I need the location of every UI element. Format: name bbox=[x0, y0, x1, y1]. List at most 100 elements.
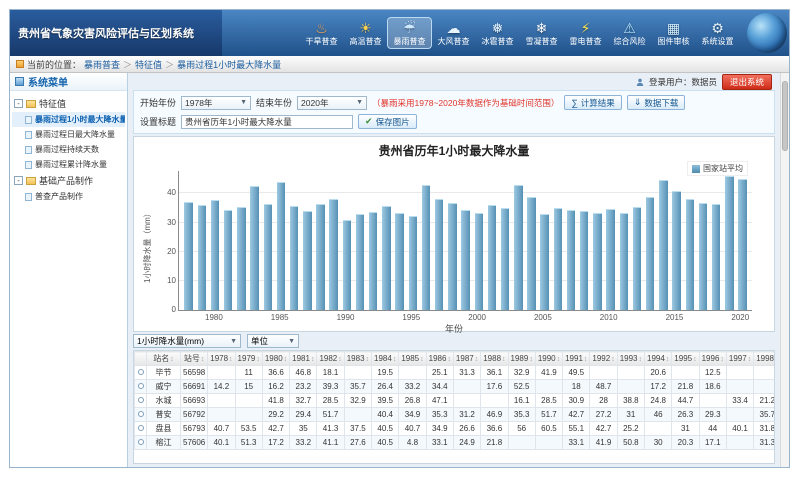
download-button[interactable]: ⇓数据下载 bbox=[627, 95, 686, 110]
start-year-select[interactable]: 1978年▼ bbox=[181, 96, 251, 110]
column-header-year[interactable]: 1993↕ bbox=[617, 352, 644, 366]
end-year-select[interactable]: 2020年▼ bbox=[297, 96, 367, 110]
sort-icon[interactable]: ↕ bbox=[170, 356, 174, 363]
nav-item-9[interactable]: ▦图件审核 bbox=[652, 18, 695, 48]
nav-item-2[interactable]: ☀高温普查 bbox=[344, 18, 387, 48]
sidebar-item[interactable]: 暴雨过程1小时最大降水量 bbox=[12, 112, 125, 127]
sort-icon[interactable]: ↕ bbox=[229, 356, 233, 363]
column-header-year[interactable]: 1986↕ bbox=[426, 352, 453, 366]
column-header-year[interactable]: 1984↕ bbox=[372, 352, 399, 366]
column-header-year[interactable]: 1982↕ bbox=[317, 352, 344, 366]
column-header-year[interactable]: 1992↕ bbox=[590, 352, 617, 366]
bar-slot bbox=[195, 171, 208, 310]
sidebar-item[interactable]: 暴雨过程持续天数 bbox=[12, 142, 125, 157]
breadcrumb-items: 暴雨普查＞特征值＞暴雨过程1小时最大降水量 bbox=[84, 58, 281, 71]
row-select-icon[interactable] bbox=[138, 397, 144, 403]
sort-icon[interactable]: ↕ bbox=[366, 356, 370, 363]
table-row[interactable]: 普安5679229.229.451.740.434.935.331.246.93… bbox=[135, 408, 776, 422]
table-row[interactable]: 榕江5760640.151.317.233.241.127.640.54.833… bbox=[135, 436, 776, 450]
sort-icon[interactable]: ↕ bbox=[201, 356, 205, 363]
column-header-year[interactable]: 1987↕ bbox=[453, 352, 480, 366]
calculate-button[interactable]: ∑计算结果 bbox=[564, 95, 621, 110]
nav-item-10[interactable]: ⚙系统设置 bbox=[696, 18, 739, 48]
logout-button[interactable]: 退出系统 bbox=[722, 74, 772, 90]
vertical-scrollbar[interactable] bbox=[780, 73, 789, 467]
sidebar-item[interactable]: 暴雨过程日最大降水量 bbox=[12, 127, 125, 142]
value-cell: 38.8 bbox=[617, 394, 644, 408]
sidebar-item[interactable]: 暴雨过程累计降水量 bbox=[12, 157, 125, 172]
sort-icon[interactable]: ↕ bbox=[393, 356, 397, 363]
table-scroll-area[interactable]: 站名↕站号↕1978↕1979↕1980↕1981↕1982↕1983↕1984… bbox=[133, 350, 775, 464]
x-tick-label bbox=[235, 313, 247, 322]
sort-icon[interactable]: ↕ bbox=[502, 356, 506, 363]
sort-icon[interactable]: ↕ bbox=[447, 356, 451, 363]
sort-icon[interactable]: ↕ bbox=[748, 356, 752, 363]
nav-item-7[interactable]: ⚡雷电普查 bbox=[564, 18, 607, 48]
table-row[interactable]: 威宁5669114.21516.223.239.335.726.433.234.… bbox=[135, 380, 776, 394]
sort-icon[interactable]: ↕ bbox=[639, 356, 643, 363]
column-header-year[interactable]: 1983↕ bbox=[344, 352, 371, 366]
value-cell: 60.5 bbox=[535, 422, 562, 436]
bar-1985 bbox=[277, 182, 285, 310]
row-select-icon[interactable] bbox=[138, 411, 144, 417]
row-select-icon[interactable] bbox=[138, 383, 144, 389]
nav-item-3[interactable]: ☔暴雨普查 bbox=[388, 18, 431, 48]
column-header-year[interactable]: 1995↕ bbox=[672, 352, 699, 366]
nav-item-1[interactable]: ♨干旱普查 bbox=[300, 18, 343, 48]
sort-icon[interactable]: ↕ bbox=[584, 356, 588, 363]
expander-icon[interactable]: - bbox=[14, 176, 23, 185]
column-header-year[interactable]: 1994↕ bbox=[645, 352, 672, 366]
chart-title-input[interactable] bbox=[181, 115, 353, 129]
column-header-year[interactable]: 1997↕ bbox=[726, 352, 753, 366]
sort-icon[interactable]: ↕ bbox=[284, 356, 288, 363]
sidebar-item[interactable]: 普查产品制作 bbox=[12, 189, 125, 204]
sort-icon[interactable]: ↕ bbox=[338, 356, 342, 363]
row-select-icon[interactable] bbox=[138, 369, 144, 375]
sort-icon[interactable]: ↕ bbox=[475, 356, 479, 363]
nav-item-8[interactable]: ⚠综合风险 bbox=[608, 18, 651, 48]
sidebar-group-2[interactable]: -基础产品制作 bbox=[12, 172, 125, 189]
bar-slot bbox=[301, 171, 314, 310]
nav-item-4[interactable]: ☁大风普查 bbox=[432, 18, 475, 48]
nav-item-5[interactable]: ❅冰雹普查 bbox=[476, 18, 519, 48]
sidebar-group-1[interactable]: -特征值 bbox=[12, 95, 125, 112]
save-image-button[interactable]: ✔保存图片 bbox=[358, 114, 417, 129]
row-select-icon[interactable] bbox=[138, 425, 144, 431]
sort-icon[interactable]: ↕ bbox=[420, 356, 424, 363]
sort-icon[interactable]: ↕ bbox=[611, 356, 615, 363]
vertical-scrollbar-thumb[interactable] bbox=[782, 81, 788, 151]
column-header-year[interactable]: 1989↕ bbox=[508, 352, 535, 366]
column-header-year[interactable]: 1985↕ bbox=[399, 352, 426, 366]
column-header-year[interactable]: 1996↕ bbox=[699, 352, 726, 366]
table-row[interactable]: 毕节565981136.646.818.119.525.131.336.132.… bbox=[135, 366, 776, 380]
element-filter-select[interactable]: 1小时降水量(mm)▼ bbox=[133, 334, 241, 348]
column-header-year[interactable]: 1988↕ bbox=[481, 352, 508, 366]
column-header[interactable]: 站名↕ bbox=[147, 352, 181, 366]
sort-icon[interactable]: ↕ bbox=[666, 356, 670, 363]
breadcrumb-item[interactable]: 暴雨过程1小时最大降水量 bbox=[177, 58, 281, 71]
sort-icon[interactable]: ↕ bbox=[529, 356, 533, 363]
column-header-year[interactable]: 1980↕ bbox=[262, 352, 289, 366]
column-header-year[interactable]: 1978↕ bbox=[208, 352, 235, 366]
column-header-year[interactable]: 1981↕ bbox=[290, 352, 317, 366]
column-header-year[interactable]: 1990↕ bbox=[535, 352, 562, 366]
unit-filter-select[interactable]: 单位▼ bbox=[247, 334, 299, 348]
expander-icon[interactable]: - bbox=[14, 99, 23, 108]
column-header[interactable]: 站号↕ bbox=[181, 352, 208, 366]
table-row[interactable]: 盘县5679340.753.542.73541.337.540.540.734.… bbox=[135, 422, 776, 436]
breadcrumb-item[interactable]: 暴雨普查 bbox=[84, 58, 120, 71]
row-select-icon[interactable] bbox=[138, 439, 144, 445]
nav-item-6[interactable]: ❄雪凝普查 bbox=[520, 18, 563, 48]
column-header-year[interactable]: 1998↕ bbox=[754, 352, 775, 366]
column-header-year[interactable]: 1991↕ bbox=[563, 352, 590, 366]
table-row[interactable]: 水城5669341.832.728.532.939.526.847.116.12… bbox=[135, 394, 776, 408]
sort-icon[interactable]: ↕ bbox=[693, 356, 697, 363]
value-cell: 44 bbox=[699, 422, 726, 436]
column-header-year[interactable]: 1979↕ bbox=[235, 352, 262, 366]
sort-icon[interactable]: ↕ bbox=[256, 356, 260, 363]
breadcrumb-item[interactable]: 特征值 bbox=[135, 58, 162, 71]
sort-icon[interactable]: ↕ bbox=[311, 356, 315, 363]
x-tick-label bbox=[588, 313, 600, 322]
sort-icon[interactable]: ↕ bbox=[720, 356, 724, 363]
sort-icon[interactable]: ↕ bbox=[557, 356, 561, 363]
